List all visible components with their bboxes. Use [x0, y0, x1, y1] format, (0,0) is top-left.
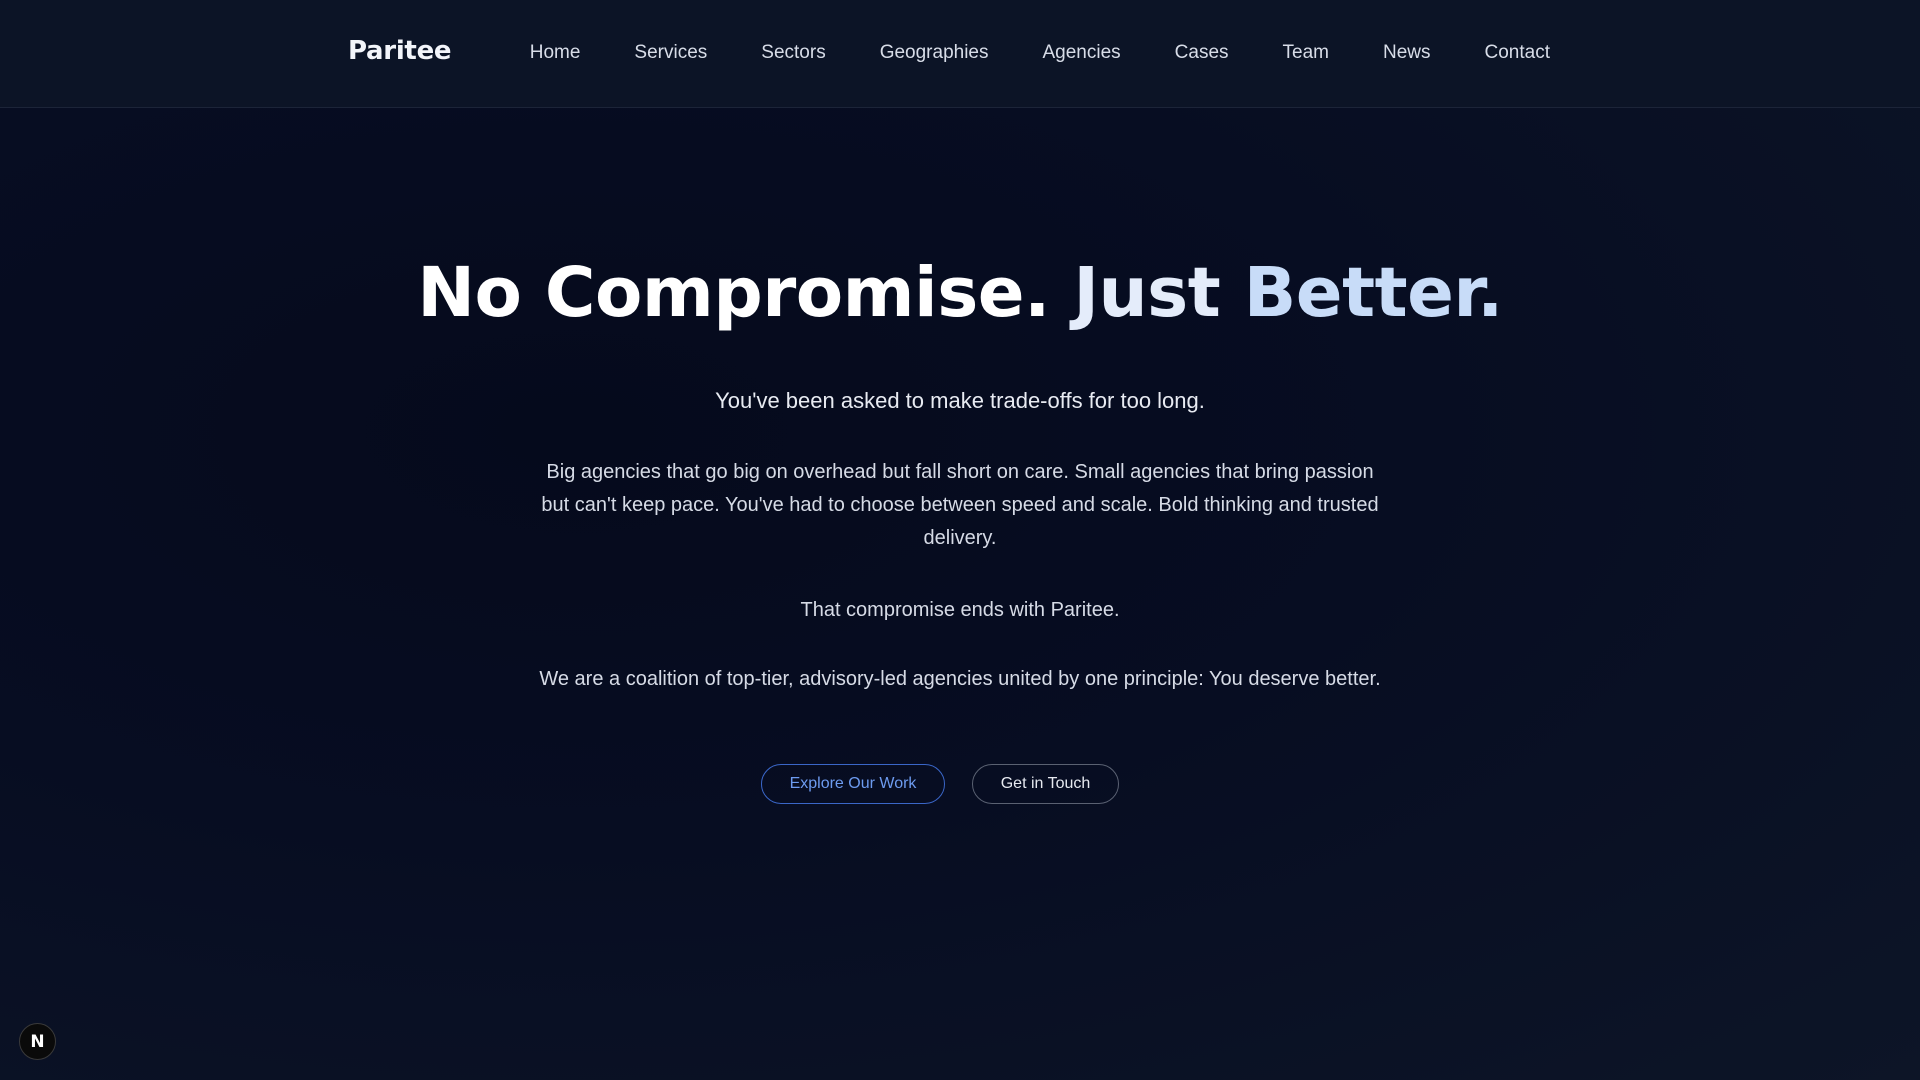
hero-headline: No Compromise. Just Better. [0, 253, 1920, 333]
hero-actions: Explore Our Work Get in Touch [0, 764, 1920, 804]
hero-paragraph-1: Big agencies that go big on overhead but… [541, 461, 1379, 549]
hero-paragraph-2: That compromise ends with Paritee. [800, 599, 1120, 621]
nav-contact[interactable]: Contact [1485, 42, 1550, 64]
nav-team[interactable]: Team [1283, 42, 1329, 64]
nav-geographies[interactable]: Geographies [880, 42, 989, 64]
nav-cases[interactable]: Cases [1175, 42, 1229, 64]
headline-part-2: Just [1073, 253, 1221, 333]
get-in-touch-button[interactable]: Get in Touch [972, 764, 1119, 804]
main-nav: Home Services Sectors Geographies Agenci… [530, 42, 1550, 64]
hero-section: No Compromise. Just Better. You've been … [0, 108, 1920, 1080]
headline-part-1: No Compromise. [417, 253, 1050, 333]
nav-sectors[interactable]: Sectors [761, 42, 825, 64]
nav-news[interactable]: News [1383, 42, 1431, 64]
nav-home[interactable]: Home [530, 42, 581, 64]
site-header: Paritee Home Services Sectors Geographie… [0, 0, 1920, 108]
explore-work-button[interactable]: Explore Our Work [761, 764, 945, 804]
hero-lead: You've been asked to make trade-offs for… [715, 388, 1205, 413]
hero-paragraph-3: We are a coalition of top-tier, advisory… [539, 668, 1381, 690]
brand-logo[interactable]: Paritee [348, 36, 452, 66]
nextjs-icon[interactable]: N [19, 1023, 56, 1060]
nav-services[interactable]: Services [634, 42, 707, 64]
nav-agencies[interactable]: Agencies [1043, 42, 1121, 64]
headline-part-3: Better. [1243, 253, 1504, 333]
